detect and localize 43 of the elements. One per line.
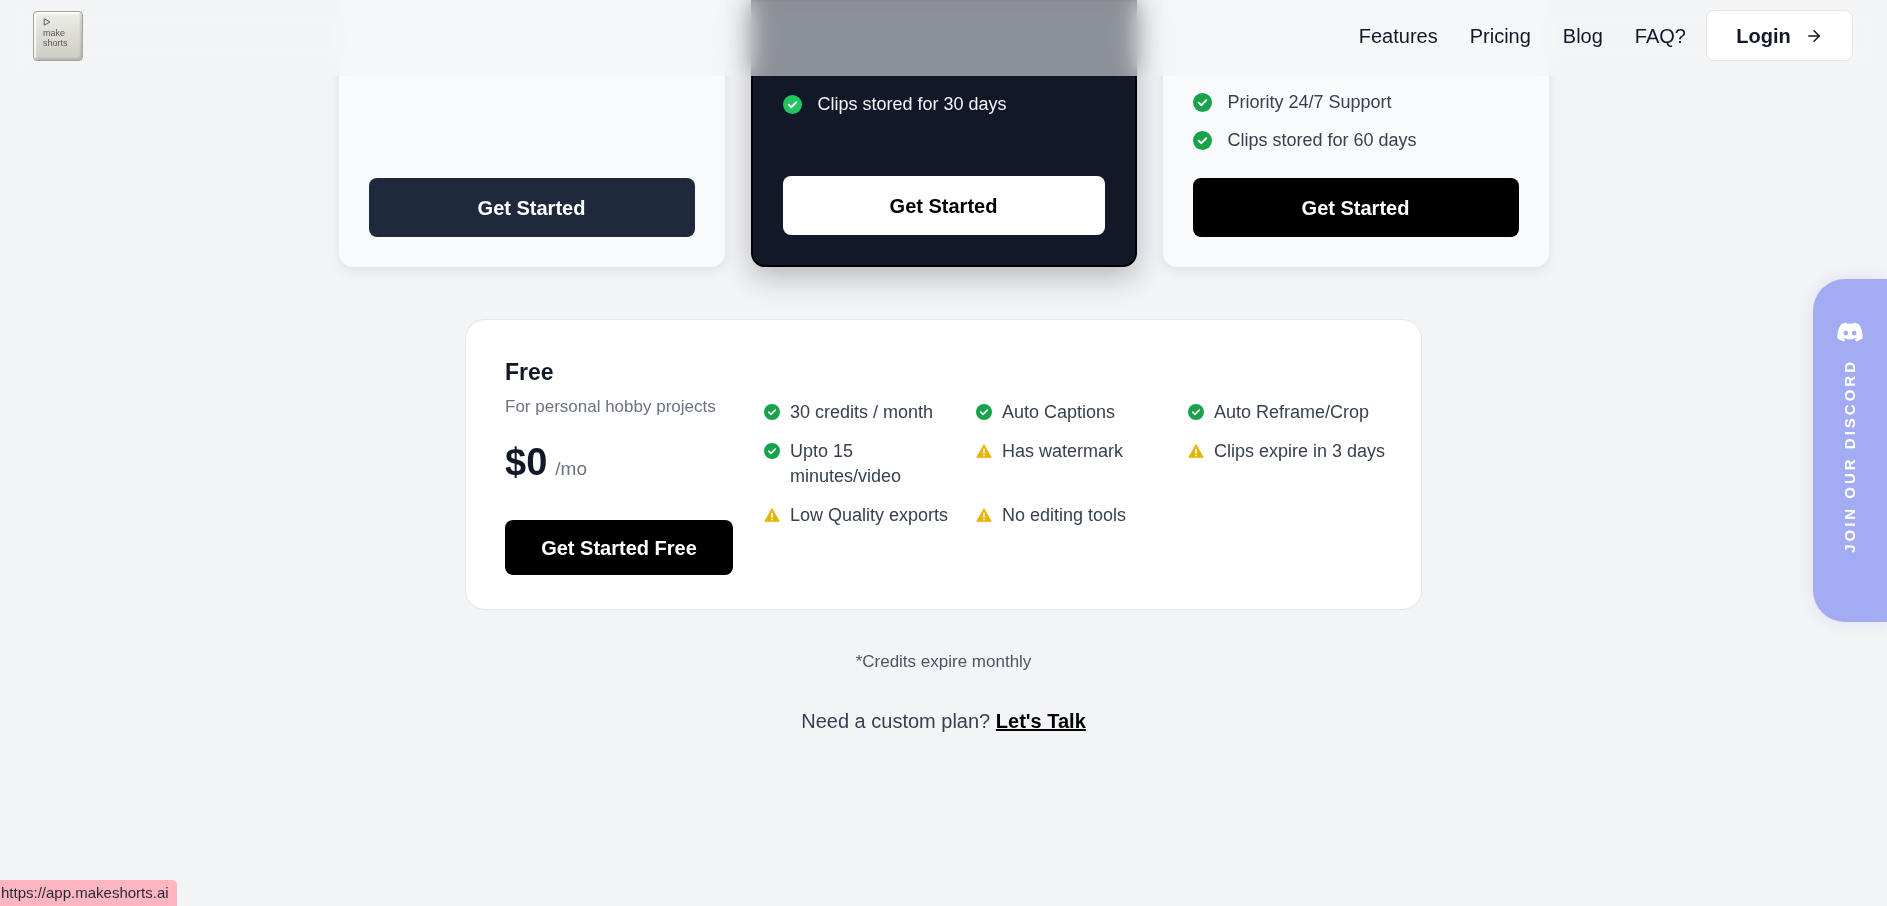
check-circle-icon [1188,404,1204,420]
lets-talk-link[interactable]: Let's Talk [995,710,1086,732]
get-started-button[interactable]: Get Started [782,176,1105,235]
plan-price: $0 [505,440,548,484]
plan-title: Free [505,358,555,386]
feature-text: No editing tools [1002,504,1127,527]
feature-text: Auto Reframe/Crop [1214,401,1370,424]
feature-text: Has watermark [1002,440,1124,463]
login-button[interactable]: Login [1706,10,1853,61]
nav-link[interactable]: Blog [1562,21,1603,50]
check-circle-icon [764,404,780,420]
check-circle-icon [764,443,780,459]
nav-link[interactable]: Features [1358,21,1438,50]
custom-plan-text: Need a custom plan? Let's Talk [801,709,1086,734]
feature-text: Upto 15 minutes/video [790,440,903,488]
feature-text: 30 credits / month [790,401,934,424]
nav-link[interactable]: Pricing [1469,21,1531,50]
price-period: /mo [555,457,587,481]
app-logo[interactable]: make shorts [33,10,83,61]
check-circle-icon [976,404,992,420]
plan-description: For personal hobby projects [505,396,717,418]
feature-text: Clips stored for 60 days [1227,129,1417,152]
get-started-free-button[interactable]: Get Started Free [505,520,733,575]
feature-text: Low Quality exports [790,504,949,527]
get-started-button[interactable]: Get Started [368,178,695,237]
credits-note: *Credits expire monthly [855,651,1032,673]
feature-text: Clips stored for 30 days [817,93,1007,116]
play-icon [43,17,51,26]
check-circle-icon [1192,92,1212,112]
nav-link[interactable]: FAQ? [1634,21,1686,50]
check-circle-icon [1192,130,1212,150]
feature-text: Priority 24/7 Support [1227,91,1392,114]
warning-icon [1188,443,1204,459]
feature-text: Auto Captions [1002,401,1116,424]
feature-text: Clips expire in 3 days [1214,440,1386,463]
warning-icon [976,507,992,523]
status-bar-url: https://app.makeshorts.ai [0,880,177,906]
discord-logo-icon [1836,321,1864,343]
warning-icon [976,443,992,459]
get-started-button[interactable]: Get Started [1192,178,1519,237]
logo-text: make shorts [43,27,69,48]
check-circle-icon [782,94,802,114]
warning-icon [764,507,780,523]
